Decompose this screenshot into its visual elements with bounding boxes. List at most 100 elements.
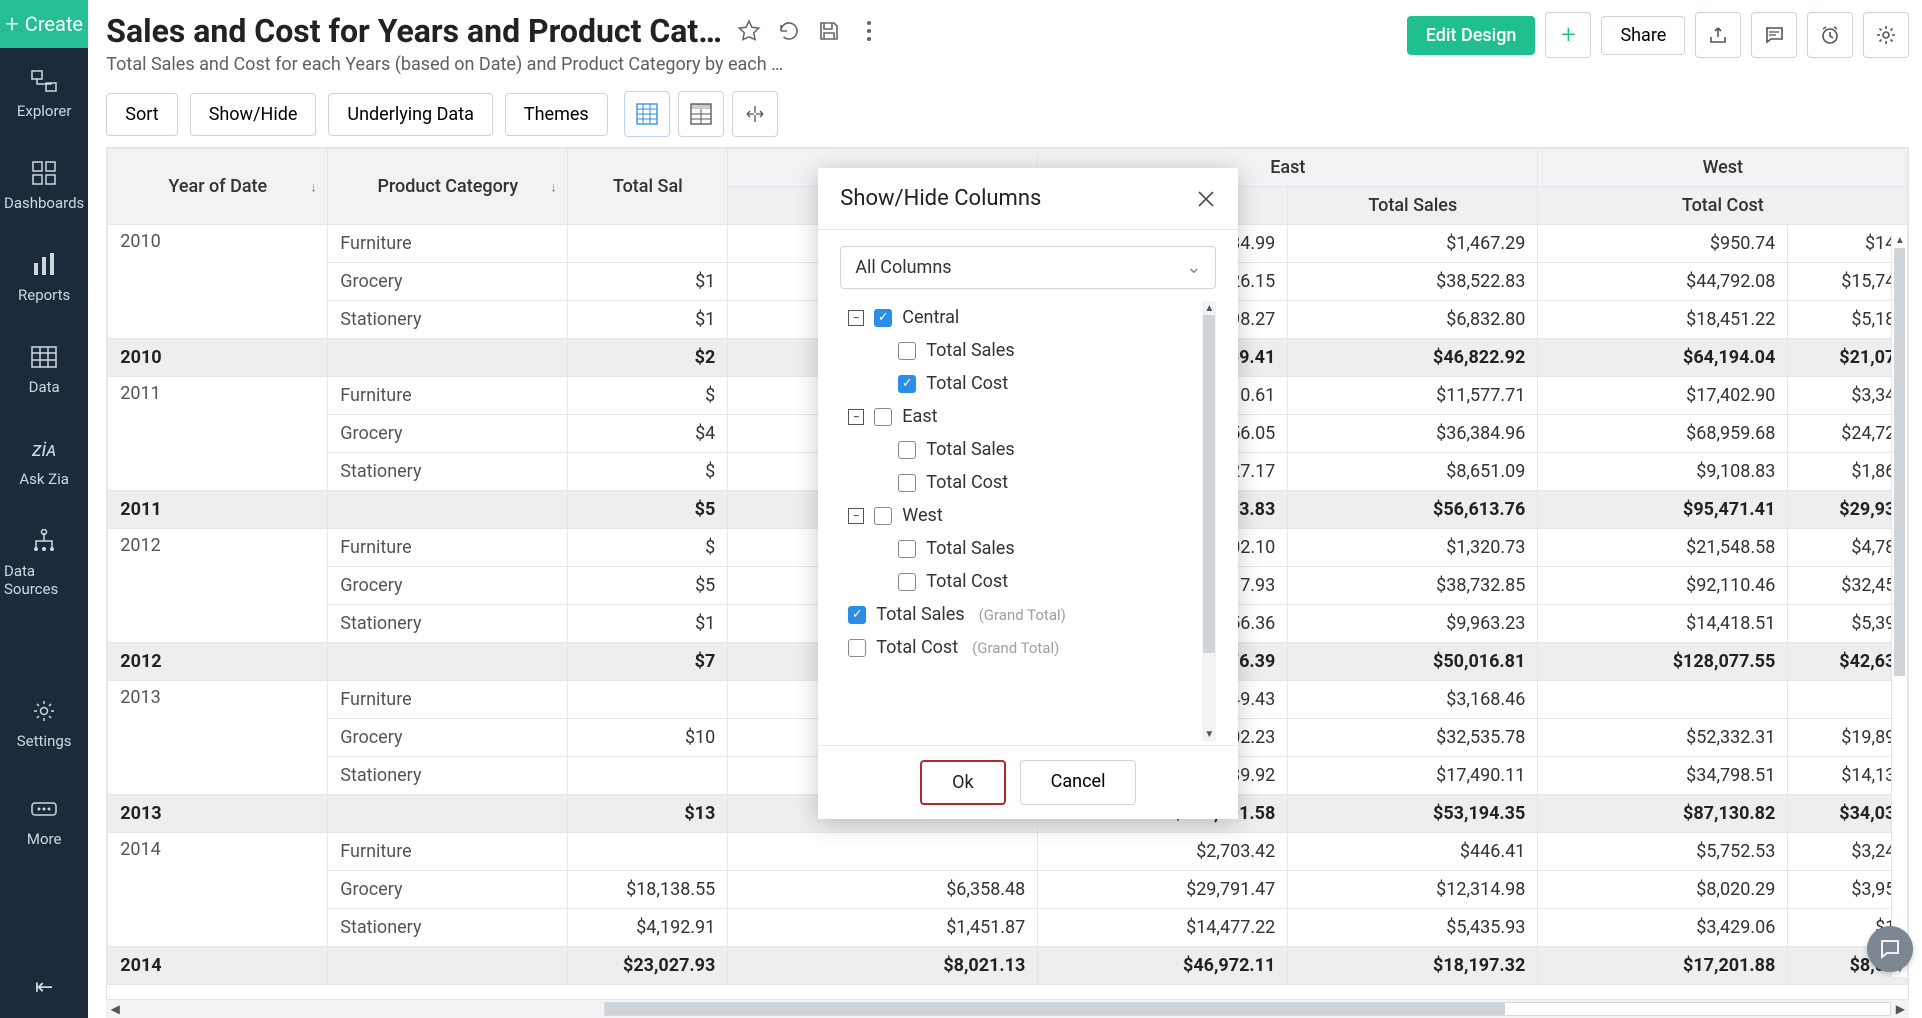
- subtotal-cell: $53,194.35: [1288, 795, 1538, 833]
- value-cell: $12,314.98: [1288, 871, 1538, 909]
- checkbox[interactable]: ✓: [874, 309, 892, 327]
- col-west-cost[interactable]: Total Cost: [1538, 187, 1908, 225]
- ok-button[interactable]: Ok: [920, 760, 1006, 805]
- value-cell: $24,72: [1788, 415, 1908, 453]
- collapse-toggle-icon[interactable]: −: [848, 508, 864, 524]
- chat-fab[interactable]: [1867, 926, 1913, 972]
- col-total-sal-partial[interactable]: Total Sal: [568, 149, 728, 225]
- tree-child[interactable]: Total Cost(Grand Total): [840, 631, 1198, 664]
- tree-parent[interactable]: −✓Central: [840, 301, 1198, 334]
- tree-child[interactable]: Total Cost: [840, 565, 1198, 598]
- checkbox[interactable]: [848, 639, 866, 657]
- table-row[interactable]: Grocery$18,138.55$6,358.48$29,791.47$12,…: [108, 871, 1908, 909]
- share-button[interactable]: Share: [1601, 16, 1685, 55]
- sidebar-item-reports[interactable]: Reports: [0, 232, 88, 324]
- export-button[interactable]: [1695, 12, 1741, 58]
- collapse-toggle-icon[interactable]: −: [848, 310, 864, 326]
- view-collapse-button[interactable]: [732, 91, 778, 137]
- value-cell: $4: [568, 415, 728, 453]
- view-table-button[interactable]: [678, 91, 724, 137]
- tree-parent[interactable]: −West: [840, 499, 1198, 532]
- settings-button[interactable]: [1863, 12, 1909, 58]
- tree-label: Total Sales: [926, 340, 1014, 361]
- scroll-up-icon[interactable]: ▲: [1892, 232, 1907, 248]
- subtotal-blank: [328, 491, 568, 529]
- tree-scrollbar[interactable]: ▲ ▼: [1202, 301, 1216, 741]
- table-row[interactable]: 2014Furniture$2,703.42$446.41$5,752.53$3…: [108, 833, 1908, 871]
- tree-child[interactable]: Total Cost: [840, 466, 1198, 499]
- dialog-title: Show/Hide Columns: [840, 186, 1041, 211]
- col-west-sales[interactable]: Total Sales: [1288, 187, 1538, 225]
- category-cell: Stationery: [328, 605, 568, 643]
- checkbox[interactable]: ✓: [848, 606, 866, 624]
- tree-child[interactable]: Total Sales: [840, 532, 1198, 565]
- subtotal-cell: $13: [568, 795, 728, 833]
- close-icon[interactable]: [1196, 189, 1216, 209]
- collapse-sidebar-icon[interactable]: ⇤: [17, 957, 71, 1018]
- scroll-down-icon[interactable]: ▼: [1202, 727, 1216, 741]
- themes-button[interactable]: Themes: [505, 93, 608, 136]
- view-grid-button[interactable]: [624, 91, 670, 137]
- col-category[interactable]: Product Category↓: [328, 149, 568, 225]
- value-cell: [568, 757, 728, 795]
- tree-parent[interactable]: −East: [840, 400, 1198, 433]
- all-columns-dropdown[interactable]: All Columns ⌄: [840, 246, 1216, 289]
- sidebar-item-dashboards[interactable]: Dashboards: [0, 140, 88, 232]
- kebab-icon[interactable]: [856, 18, 882, 44]
- comment-button[interactable]: [1751, 12, 1797, 58]
- tree-child[interactable]: Total Sales: [840, 334, 1198, 367]
- scroll-right-icon[interactable]: ▶: [1891, 1000, 1909, 1018]
- checkbox[interactable]: [898, 441, 916, 459]
- cancel-button[interactable]: Cancel: [1020, 760, 1137, 805]
- value-cell: $950.74: [1538, 225, 1788, 263]
- value-cell: $68,959.68: [1538, 415, 1788, 453]
- vertical-scrollbar[interactable]: ▲ ▼: [1891, 232, 1907, 977]
- horizontal-scrollbar[interactable]: ◀ ▶: [106, 1000, 1909, 1018]
- col-year[interactable]: Year of Date↓: [108, 149, 328, 225]
- sidebar-item-data[interactable]: Data: [0, 324, 88, 416]
- create-button[interactable]: + Create: [0, 0, 88, 48]
- checkbox[interactable]: [898, 474, 916, 492]
- checkbox[interactable]: [898, 540, 916, 558]
- showhide-button[interactable]: Show/Hide: [190, 93, 317, 136]
- alert-button[interactable]: [1807, 12, 1853, 58]
- save-icon[interactable]: [816, 18, 842, 44]
- table-row[interactable]: Stationery$4,192.91$1,451.87$14,477.22$5…: [108, 909, 1908, 947]
- edit-design-button[interactable]: Edit Design: [1407, 16, 1536, 55]
- checkbox[interactable]: ✓: [898, 375, 916, 393]
- sort-button[interactable]: Sort: [106, 93, 177, 136]
- sidebar-item-datasources[interactable]: Data Sources: [0, 508, 88, 618]
- subtotal-row[interactable]: 2014$23,027.93$8,021.13$46,972.11$18,197…: [108, 947, 1908, 985]
- tree-child[interactable]: ✓Total Sales(Grand Total): [840, 598, 1198, 631]
- tree-child[interactable]: Total Sales: [840, 433, 1198, 466]
- tree-label: Total Cost: [876, 637, 958, 658]
- subtotal-blank: [328, 339, 568, 377]
- sidebar-item-settings[interactable]: Settings: [0, 678, 88, 770]
- checkbox[interactable]: [874, 408, 892, 426]
- checkbox[interactable]: [874, 507, 892, 525]
- region-west[interactable]: West: [1538, 149, 1908, 187]
- star-icon[interactable]: [736, 18, 762, 44]
- sidebar-item-explorer[interactable]: Explorer: [0, 48, 88, 140]
- underlying-data-button[interactable]: Underlying Data: [328, 93, 492, 136]
- tree-label: Total Sales: [876, 604, 964, 625]
- value-cell: $32,535.78: [1288, 719, 1538, 757]
- sidebar-item-more[interactable]: More: [0, 776, 88, 868]
- scroll-left-icon[interactable]: ◀: [106, 1000, 124, 1018]
- add-button[interactable]: +: [1545, 12, 1591, 58]
- subtotal-cell: $2: [568, 339, 728, 377]
- sidebar-item-askzia[interactable]: ziᴀ Ask Zia: [0, 416, 88, 508]
- checkbox[interactable]: [898, 573, 916, 591]
- category-cell: Grocery: [328, 263, 568, 301]
- checkbox[interactable]: [898, 342, 916, 360]
- value-cell: [568, 681, 728, 719]
- value-cell: $5,18: [1788, 301, 1908, 339]
- subtotal-blank: [328, 643, 568, 681]
- value-cell: $5,752.53: [1538, 833, 1788, 871]
- collapse-toggle-icon[interactable]: −: [848, 409, 864, 425]
- export-icon: [1708, 25, 1728, 45]
- refresh-icon[interactable]: [776, 18, 802, 44]
- tree-child[interactable]: ✓Total Cost: [840, 367, 1198, 400]
- scroll-up-icon[interactable]: ▲: [1202, 301, 1216, 315]
- plus-icon: +: [5, 10, 19, 38]
